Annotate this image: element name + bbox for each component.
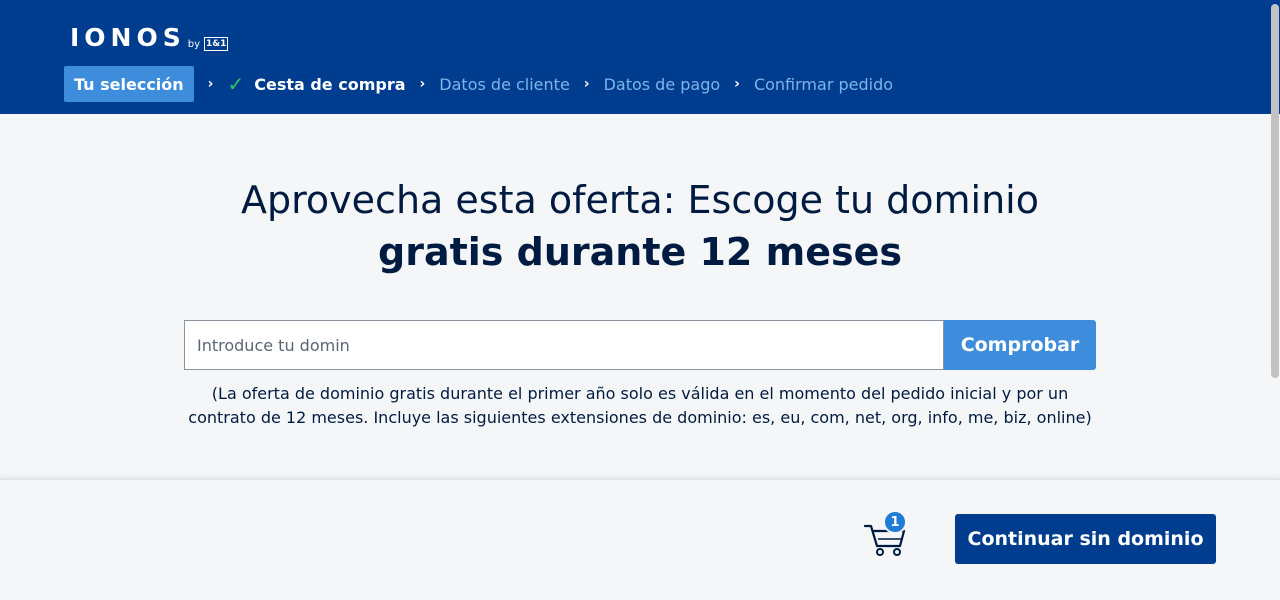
page-title: Aprovecha esta oferta: Escoge tu dominio… bbox=[0, 174, 1280, 278]
checkmark-icon: ✓ bbox=[227, 72, 245, 96]
domain-search-input[interactable] bbox=[184, 320, 944, 370]
step-label: Tu selección bbox=[74, 74, 184, 94]
logo-by-text: by bbox=[187, 39, 201, 50]
logo-wordmark: IONOS bbox=[70, 23, 186, 52]
chevron-right-icon: › bbox=[734, 76, 740, 92]
offer-disclaimer: (La oferta de dominio gratis durante el … bbox=[188, 384, 1092, 427]
chevron-right-icon: › bbox=[583, 76, 590, 92]
step-datos-de-cliente: Datos de cliente bbox=[439, 74, 570, 94]
top-header: IONOS by 1&1 Tu selección › ✓ Cesta de c… bbox=[0, 0, 1280, 114]
cart-count-badge: 1 bbox=[883, 510, 907, 534]
headline-line-2: gratis durante 12 meses bbox=[378, 230, 902, 274]
chevron-right-icon: › bbox=[207, 76, 214, 92]
ionos-logo[interactable]: IONOS by 1&1 bbox=[70, 23, 229, 52]
chevron-right-icon: › bbox=[419, 76, 426, 92]
headline-line-1: Aprovecha esta oferta: Escoge tu dominio bbox=[241, 178, 1039, 222]
step-confirmar-pedido: Confirmar pedido bbox=[753, 74, 894, 94]
step-tu-seleccion[interactable]: Tu selección bbox=[64, 66, 194, 102]
comprobar-button[interactable]: Comprobar bbox=[944, 320, 1096, 370]
step-cesta-de-compra[interactable]: Cesta de compra bbox=[254, 75, 405, 94]
continuar-sin-dominio-button[interactable]: Continuar sin dominio bbox=[955, 514, 1216, 564]
logo-brand-box: 1&1 bbox=[204, 37, 229, 51]
checkout-steps: Tu selección › ✓ Cesta de compra › Datos… bbox=[64, 66, 893, 102]
step-datos-de-pago: Datos de pago bbox=[603, 74, 721, 94]
